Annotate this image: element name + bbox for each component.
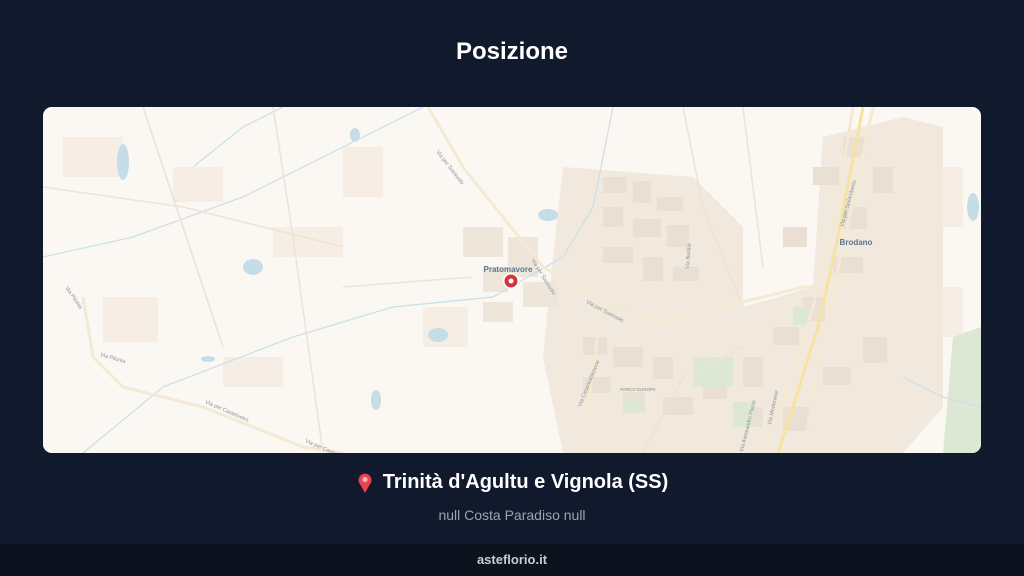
map-pin-icon	[356, 472, 374, 494]
place-label-brodano: Brodano	[840, 238, 873, 247]
place-label-pratomavore: Pratomavore	[484, 265, 533, 274]
location-pin-icon[interactable]	[503, 273, 519, 289]
location-heading: Trinità d'Agultu e Vignola (SS)	[356, 471, 669, 494]
footer: asteflorio.it	[0, 544, 1024, 576]
location-title: Trinità d'Agultu e Vignola (SS)	[382, 471, 669, 493]
location-info: Trinità d'Agultu e Vignola (SS) null Cos…	[0, 471, 1024, 523]
footer-brand[interactable]: asteflorio.it	[477, 552, 547, 567]
page-title: Posizione	[455, 38, 569, 65]
place-label-parco: PARCO EUROPA	[620, 387, 656, 392]
map-canvas[interactable]: Pratomavore Brodano PARCO EUROPA Via per…	[43, 107, 981, 453]
map-view[interactable]: Pratomavore Brodano PARCO EUROPA Via per…	[43, 107, 981, 453]
location-address: null Costa Paradiso null	[438, 506, 586, 523]
